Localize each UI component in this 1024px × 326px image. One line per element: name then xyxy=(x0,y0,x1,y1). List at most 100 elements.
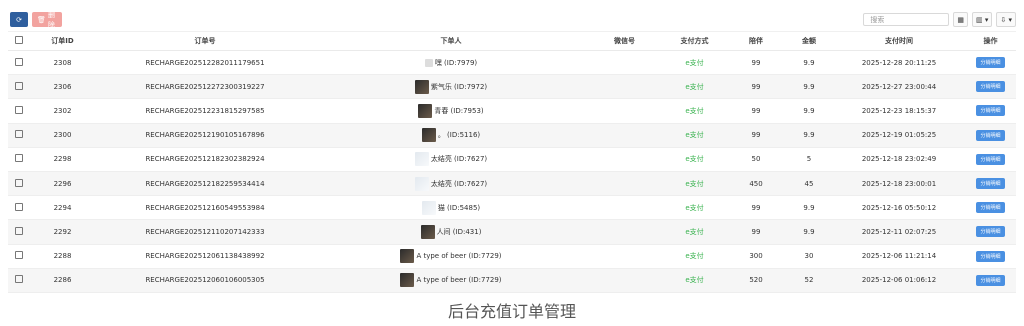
pay-time-cell: 2025-12-18 23:02:49 xyxy=(833,147,965,172)
pay-method-cell: e支付 xyxy=(662,123,727,148)
row-checkbox[interactable] xyxy=(8,50,30,76)
header-pay-time[interactable]: 支付时间 xyxy=(833,31,965,51)
actions-cell: 分销明细 xyxy=(965,98,1016,124)
pay-time-cell: 2025-12-27 23:00:44 xyxy=(833,74,965,100)
header-actions: 操作 xyxy=(965,31,1016,51)
row-checkbox[interactable] xyxy=(8,268,30,293)
distribution-detail-button[interactable]: 分销明细 xyxy=(976,202,1005,214)
pay-time-cell: 2025-12-23 18:15:37 xyxy=(833,98,965,124)
table-row: 2292 RECHARGE202512110207142333 人间 (ID:4… xyxy=(8,219,1016,245)
distribution-detail-button[interactable]: 分销明细 xyxy=(976,226,1005,238)
distribution-detail-button[interactable]: 分销明细 xyxy=(976,178,1005,190)
user-name: 太结亮 (ID:7627) xyxy=(430,155,488,164)
distribution-detail-button[interactable]: 分销明细 xyxy=(976,129,1005,141)
user-cell: A type of beer (ID:7729) xyxy=(315,244,587,269)
avatar xyxy=(421,128,436,143)
pay-method-cell: e支付 xyxy=(662,195,727,221)
header-order-id[interactable]: 订单ID xyxy=(30,31,95,51)
pay-method-cell: e支付 xyxy=(662,74,727,100)
order-no-cell: RECHARGE202512061138438992 xyxy=(95,244,315,269)
select-all-checkbox[interactable] xyxy=(8,31,30,51)
qty-cell: 99 xyxy=(727,195,785,221)
distribution-detail-button[interactable]: 分销明细 xyxy=(976,274,1005,286)
user-name: 紫气乐 (ID:7972) xyxy=(430,82,488,91)
order-no-cell: RECHARGE202512231815297585 xyxy=(95,98,315,124)
order-no-cell: RECHARGE202512160549553984 xyxy=(95,195,315,221)
pay-time-cell: 2025-12-19 01:05:25 xyxy=(833,123,965,148)
user-name: A type of beer (ID:7729) xyxy=(416,252,502,261)
header-qty[interactable]: 陪伴 xyxy=(727,31,785,51)
table-row: 2294 RECHARGE202512160549553984 猫 (ID:54… xyxy=(8,195,1016,221)
search-input[interactable]: 搜索 xyxy=(863,13,950,26)
avatar xyxy=(424,58,433,67)
orders-table: 订单ID 订单号 下单人 微信号 支付方式 陪伴 金额 支付时间 操作 2308… xyxy=(8,31,1016,293)
order-no-cell: RECHARGE202512182302382924 xyxy=(95,147,315,172)
distribution-detail-button[interactable]: 分销明细 xyxy=(976,57,1005,69)
row-checkbox[interactable] xyxy=(8,244,30,269)
order-id-cell: 2306 xyxy=(30,74,95,100)
table-row: 2302 RECHARGE202512231815297585 青春 (ID:7… xyxy=(8,98,1016,124)
qty-cell: 50 xyxy=(727,147,785,172)
user-name: 太结亮 (ID:7627) xyxy=(430,179,488,188)
table-row: 2298 RECHARGE202512182302382924 太结亮 (ID:… xyxy=(8,147,1016,172)
actions-cell: 分销明细 xyxy=(965,195,1016,221)
order-id-cell: 2298 xyxy=(30,147,95,172)
header-order-no[interactable]: 订单号 xyxy=(95,31,315,51)
row-checkbox[interactable] xyxy=(8,219,30,245)
pay-method-cell: e支付 xyxy=(662,244,727,269)
avatar xyxy=(400,249,415,264)
wechat-cell xyxy=(587,171,662,197)
user-cell: 人间 (ID:431) xyxy=(315,219,587,245)
delete-button[interactable]: 🗑 删除 xyxy=(32,10,62,29)
row-checkbox[interactable] xyxy=(8,171,30,197)
refresh-icon: ⟳ xyxy=(16,15,22,24)
row-checkbox[interactable] xyxy=(8,98,30,124)
user-cell: 紫气乐 (ID:7972) xyxy=(315,74,587,100)
distribution-detail-button[interactable]: 分销明细 xyxy=(976,153,1005,165)
header-amount[interactable]: 金额 xyxy=(785,31,833,51)
amount-cell: 9.9 xyxy=(785,195,833,221)
user-name: 嘿 (ID:7979) xyxy=(434,58,478,67)
order-no-cell: RECHARGE202512190105167896 xyxy=(95,123,315,148)
pay-method-cell: e支付 xyxy=(662,219,727,245)
delete-label: 删除 xyxy=(47,10,55,29)
row-checkbox[interactable] xyxy=(8,123,30,148)
order-id-cell: 2296 xyxy=(30,171,95,197)
table-row: 2286 RECHARGE202512060106005305 A type o… xyxy=(8,268,1016,293)
user-name: 猫 (ID:5485) xyxy=(437,203,481,212)
header-wechat[interactable]: 微信号 xyxy=(587,31,662,51)
amount-cell: 9.9 xyxy=(785,98,833,124)
header-pay-method[interactable]: 支付方式 xyxy=(662,31,727,51)
distribution-detail-button[interactable]: 分销明细 xyxy=(976,105,1005,117)
amount-cell: 9.9 xyxy=(785,50,833,76)
export-dropdown[interactable]: ⇩ ▾ xyxy=(996,12,1016,27)
toggle-view-button[interactable]: ▦ xyxy=(953,12,969,27)
user-cell: 嘿 (ID:7979) xyxy=(315,50,587,76)
header-user[interactable]: 下单人 xyxy=(315,31,587,51)
wechat-cell xyxy=(587,219,662,245)
amount-cell: 9.9 xyxy=(785,74,833,100)
amount-cell: 9.9 xyxy=(785,123,833,148)
toolbar: ⟳ 🗑 删除 xyxy=(10,10,62,29)
row-checkbox[interactable] xyxy=(8,147,30,172)
pay-time-cell: 2025-12-18 23:00:01 xyxy=(833,171,965,197)
refresh-button[interactable]: ⟳ xyxy=(10,12,28,27)
table-row: 2300 RECHARGE202512190105167896 。 (ID:51… xyxy=(8,123,1016,148)
qty-cell: 99 xyxy=(727,98,785,124)
pay-method-cell: e支付 xyxy=(662,147,727,172)
avatar xyxy=(414,152,429,167)
user-cell: 太结亮 (ID:7627) xyxy=(315,147,587,172)
amount-cell: 52 xyxy=(785,268,833,293)
row-checkbox[interactable] xyxy=(8,74,30,100)
qty-cell: 99 xyxy=(727,74,785,100)
table-row: 2296 RECHARGE202512182259534414 太结亮 (ID:… xyxy=(8,171,1016,197)
order-no-cell: RECHARGE202512272300319227 xyxy=(95,74,315,100)
columns-dropdown[interactable]: ▥ ▾ xyxy=(972,12,993,27)
row-checkbox[interactable] xyxy=(8,195,30,221)
user-name: 青春 (ID:7953) xyxy=(434,106,484,115)
distribution-detail-button[interactable]: 分销明细 xyxy=(976,81,1005,93)
distribution-detail-button[interactable]: 分销明细 xyxy=(976,250,1005,262)
order-id-cell: 2302 xyxy=(30,98,95,124)
actions-cell: 分销明细 xyxy=(965,171,1016,197)
pay-method-cell: e支付 xyxy=(662,268,727,293)
